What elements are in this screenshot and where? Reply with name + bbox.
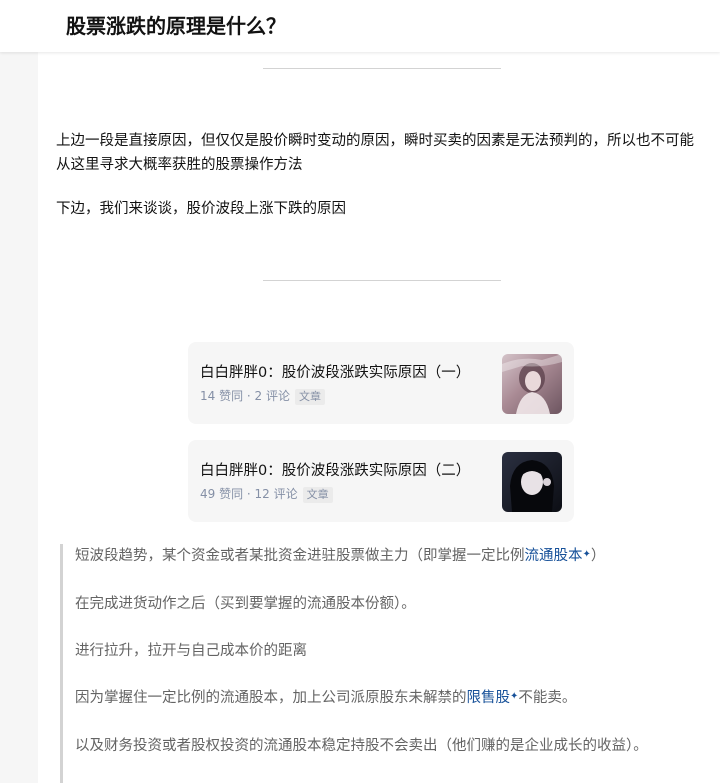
article-tag: 文章 [302,487,333,503]
blockquote-bar [60,544,63,783]
quote-line: 以及财务投资或者股权投资的流通股本稳定持股不会卖出（他们赚的是企业成长的收益）。 [75,738,648,754]
quote-text: 短波段趋势，某个资金或者某批资金进驻股票做主力（即掌握一定比例 [75,548,525,564]
top-header: 股票涨跌的原理是什么？ [0,0,720,52]
quote-text: 不能卖。 [518,690,577,706]
card-title: 白白胖胖0：股价波段涨跌实际原因（一） [200,365,471,381]
page-title: 股票涨跌的原理是什么？ [66,14,286,38]
quote-text: 因为掌握住一定比例的流通股本，加上公司派原股东未解禁的 [75,690,467,706]
article-paragraph: 下边，我们来谈谈，股价波段上涨下跌的原因 [56,201,346,217]
article-tag: 文章 [295,389,325,405]
card-thumbnail [502,354,562,414]
meta-separator: · [243,389,255,403]
quote-line: 短波段趋势，某个资金或者某批资金进驻股票做主力（即掌握一定比例流通股本✦） [75,544,605,567]
sparkle-icon: ✦ [582,549,591,560]
card-thumbnail [502,452,562,512]
comments-count: 12 评论 [254,487,298,501]
card-title: 白白胖胖0：股价波段涨跌实际原因（二） [200,463,471,479]
article-paragraph: 上边一段是直接原因，但仅仅是股价瞬时变动的原因，瞬时买卖的因素是无法预判的，所以… [56,133,694,173]
quote-line: 因为掌握住一定比例的流通股本，加上公司派原股东未解禁的限售股✦不能卖。 [75,686,576,709]
quote-text: ） [590,548,606,564]
quote-line: 进行拉升，拉开与自己成本价的距离 [75,643,307,659]
meta-separator: · [243,487,255,501]
related-article-card[interactable]: 白白胖胖0：股价波段涨跌实际原因（一） 14 赞同 · 2 评论 文章 [188,342,574,424]
xianshougu-link[interactable]: 限售股 [467,690,511,706]
section-divider [263,280,501,281]
article-body: 上边一段是直接原因，但仅仅是股价瞬时变动的原因，瞬时买卖的因素是无法预判的，所以… [38,52,720,783]
card-meta: 14 赞同 · 2 评论 文章 [200,387,325,405]
likes-count: 49 赞同 [200,487,244,501]
likes-count: 14 赞同 [200,389,244,403]
comments-count: 2 评论 [254,389,290,403]
related-article-card[interactable]: 白白胖胖0：股价波段涨跌实际原因（二） 49 赞同 · 12 评论 文章 [188,440,574,522]
section-divider [263,68,501,69]
liutong-guben-link[interactable]: 流通股本 [525,548,583,564]
card-meta: 49 赞同 · 12 评论 文章 [200,485,333,503]
quote-line: 在完成进货动作之后（买到要掌握的流通股本份额）。 [75,596,416,612]
